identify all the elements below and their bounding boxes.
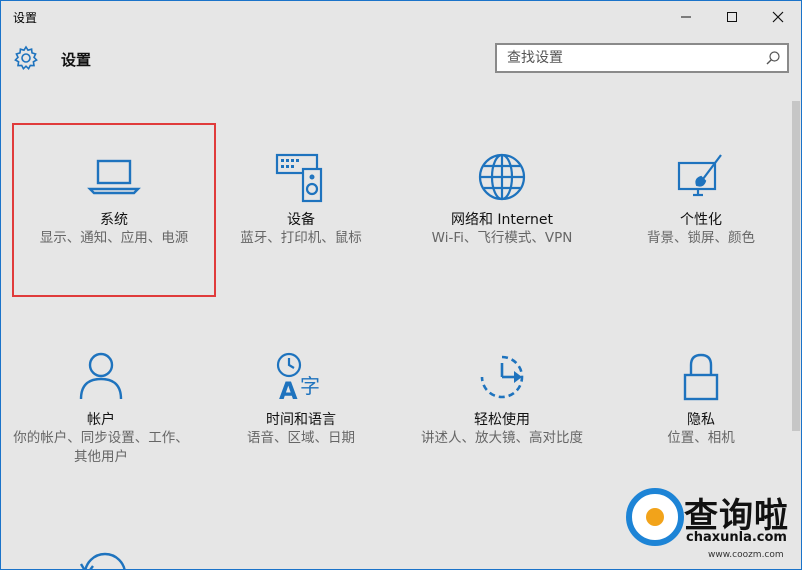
gear-icon <box>14 45 38 71</box>
tile-title: 轻松使用 <box>474 412 530 428</box>
search-input[interactable] <box>497 45 759 71</box>
tile-ease-of-access[interactable]: 轻松使用 讲述人、放大镜、高对比度 <box>402 325 602 495</box>
minimize-icon <box>681 16 691 18</box>
tile-description: 位置、相机 <box>667 430 735 446</box>
tile-devices[interactable]: 设备 蓝牙、打印机、鼠标 <box>201 125 401 295</box>
window-title: 设置 <box>13 11 38 25</box>
tile-title: 帐户 <box>87 412 115 428</box>
time-language-icon: A 字 <box>276 352 320 405</box>
tile-title: 网络和 Internet <box>450 212 554 228</box>
tile-personalization[interactable]: 个性化 背景、锁屏、颜色 <box>601 125 801 295</box>
minimize-button[interactable] <box>663 1 709 33</box>
search-icon[interactable] <box>765 50 781 66</box>
tile-description: 语音、区域、日期 <box>247 430 355 446</box>
title-bar[interactable]: 设置 <box>1 1 801 33</box>
search-box[interactable] <box>495 43 789 73</box>
tile-title: 时间和语言 <box>266 412 336 428</box>
update-icon[interactable] <box>77 546 133 570</box>
globe-icon <box>478 153 526 201</box>
devices-icon <box>275 153 323 203</box>
tile-title: 系统 <box>100 212 128 228</box>
person-icon <box>79 352 123 400</box>
paint-icon <box>677 154 722 197</box>
tile-privacy[interactable]: 隐私 位置、相机 <box>601 325 801 495</box>
tile-system[interactable]: 系统 显示、通知、应用、电源 <box>12 123 216 297</box>
maximize-button[interactable] <box>709 1 755 33</box>
tile-time-language[interactable]: A 字 时间和语言 语音、区域、日期 <box>201 325 401 495</box>
ease-of-access-icon <box>480 355 524 399</box>
settings-window: 设置 设置 查找设置 系统 显示、通知、应用、电源 设备 蓝牙、打印机、鼠标 网… <box>0 0 802 570</box>
laptop-icon <box>87 159 141 195</box>
tile-description: Wi-Fi、飞行模式、VPN <box>431 230 573 246</box>
tile-network[interactable]: 网络和 Internet Wi-Fi、飞行模式、VPN <box>402 125 602 295</box>
tile-description: 你的帐户、同步设置、工作、其他用户 <box>13 430 189 465</box>
tile-title: 设备 <box>287 212 315 228</box>
settings-header: 设置 <box>1 39 801 79</box>
svg-text:A: A <box>279 377 298 405</box>
tile-description: 讲述人、放大镜、高对比度 <box>421 430 583 446</box>
tile-accounts[interactable]: 帐户 你的帐户、同步设置、工作、其他用户 <box>1 325 201 495</box>
tile-title: 隐私 <box>687 412 715 428</box>
tile-description: 蓝牙、打印机、鼠标 <box>240 230 362 246</box>
page-title: 设置 <box>61 51 92 69</box>
lock-icon <box>683 353 719 401</box>
tile-description: 背景、锁屏、颜色 <box>647 230 755 246</box>
scrollbar[interactable] <box>792 101 800 431</box>
tile-title: 个性化 <box>680 212 722 228</box>
svg-text:字: 字 <box>300 374 320 398</box>
maximize-icon <box>727 12 737 22</box>
close-icon <box>772 11 784 23</box>
tile-description: 显示、通知、应用、电源 <box>39 230 189 246</box>
close-button[interactable] <box>755 1 801 33</box>
